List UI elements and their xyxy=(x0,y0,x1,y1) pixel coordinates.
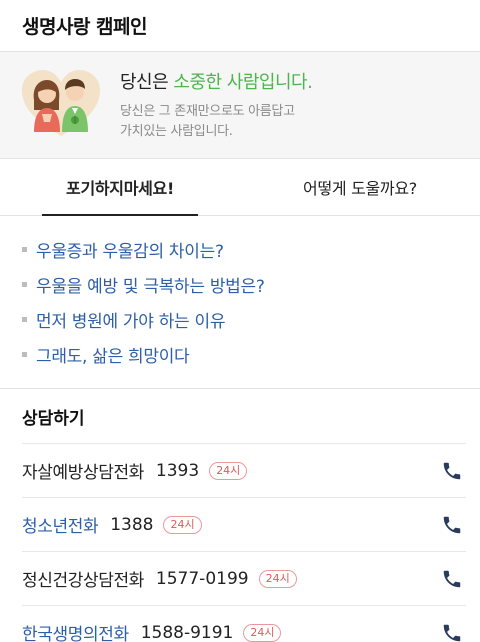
couple-illustration xyxy=(22,70,100,136)
tab-how-to-help[interactable]: 어떻게 도울까요? xyxy=(240,159,480,215)
consult-name: 정신건강상담전화 xyxy=(22,571,144,591)
bullet-icon xyxy=(22,352,27,357)
bullet-icon xyxy=(22,282,27,287)
consult-row-youth[interactable]: 청소년전화 1388 24시 xyxy=(22,498,466,552)
consult-number: 1588-9191 xyxy=(140,622,234,642)
banner-title-prefix: 당신은 xyxy=(120,72,174,93)
info-link-list: 우울증과 우울감의 차이는? 우울을 예방 및 극복하는 방법은? 먼저 병원에… xyxy=(0,216,480,389)
consult-title: 상담하기 xyxy=(22,389,466,444)
hours-badge: 24시 xyxy=(209,461,248,480)
link-visit-hospital[interactable]: 먼저 병원에 가야 하는 이유 xyxy=(36,307,225,332)
banner-subtitle: 당신은 그 존재만으로도 아름답고 가치있는 사람입니다. xyxy=(120,102,312,142)
banner-subtitle-line2: 가치있는 사람입니다. xyxy=(120,124,233,139)
list-item[interactable]: 우울증과 우울감의 차이는? xyxy=(22,232,480,267)
consult-number: 1388 xyxy=(110,514,154,535)
banner-title: 당신은 소중한 사람입니다. xyxy=(120,68,313,94)
banner-subtitle-line1: 당신은 그 존재만으로도 아름답고 xyxy=(120,104,295,119)
link-life-is-hope[interactable]: 그래도, 삶은 희망이다 xyxy=(36,342,190,367)
campaign-banner: 당신은 소중한 사람입니다. 당신은 그 존재만으로도 아름답고 가치있는 사람… xyxy=(0,52,480,159)
consult-row-lifeline[interactable]: 한국생명의전화 1588-9191 24시 xyxy=(22,606,466,642)
consult-row-mental-health[interactable]: 정신건강상담전화 1577-0199 24시 xyxy=(22,552,466,606)
list-item[interactable]: 그래도, 삶은 희망이다 xyxy=(22,337,480,372)
hours-badge: 24시 xyxy=(243,623,282,642)
tab-bar: 포기하지마세요! 어떻게 도울까요? xyxy=(0,159,480,216)
link-prevention-methods[interactable]: 우울을 예방 및 극복하는 방법은? xyxy=(36,272,265,297)
consult-number: 1577-0199 xyxy=(155,568,249,589)
tab-dont-give-up[interactable]: 포기하지마세요! xyxy=(0,159,240,216)
list-item[interactable]: 우울을 예방 및 극복하는 방법은? xyxy=(22,267,480,302)
consult-section: 상담하기 자살예방상담전화 1393 24시 청소년전화 1388 24시 정신… xyxy=(0,389,480,642)
list-item[interactable]: 먼저 병원에 가야 하는 이유 xyxy=(22,302,480,337)
bullet-icon xyxy=(22,317,27,322)
phone-icon[interactable] xyxy=(440,567,464,591)
bullet-icon xyxy=(22,247,27,252)
consult-name[interactable]: 청소년전화 xyxy=(22,512,99,537)
consult-name[interactable]: 한국생명의전화 xyxy=(22,620,129,642)
consult-name: 자살예방상담전화 xyxy=(22,463,144,483)
consult-row-suicide-prevention[interactable]: 자살예방상담전화 1393 24시 xyxy=(22,444,466,498)
consult-number: 1393 xyxy=(155,460,200,481)
banner-title-highlight: 소중한 사람입니다. xyxy=(173,72,313,93)
phone-icon[interactable] xyxy=(440,459,464,483)
app-header: 생명사랑 캠페인 xyxy=(0,0,480,52)
hours-badge: 24시 xyxy=(163,515,202,534)
link-depression-difference[interactable]: 우울증과 우울감의 차이는? xyxy=(36,237,224,262)
phone-icon[interactable] xyxy=(440,513,464,537)
phone-icon[interactable] xyxy=(440,621,464,642)
page-title: 생명사랑 캠페인 xyxy=(22,16,147,38)
hours-badge: 24시 xyxy=(258,569,297,588)
